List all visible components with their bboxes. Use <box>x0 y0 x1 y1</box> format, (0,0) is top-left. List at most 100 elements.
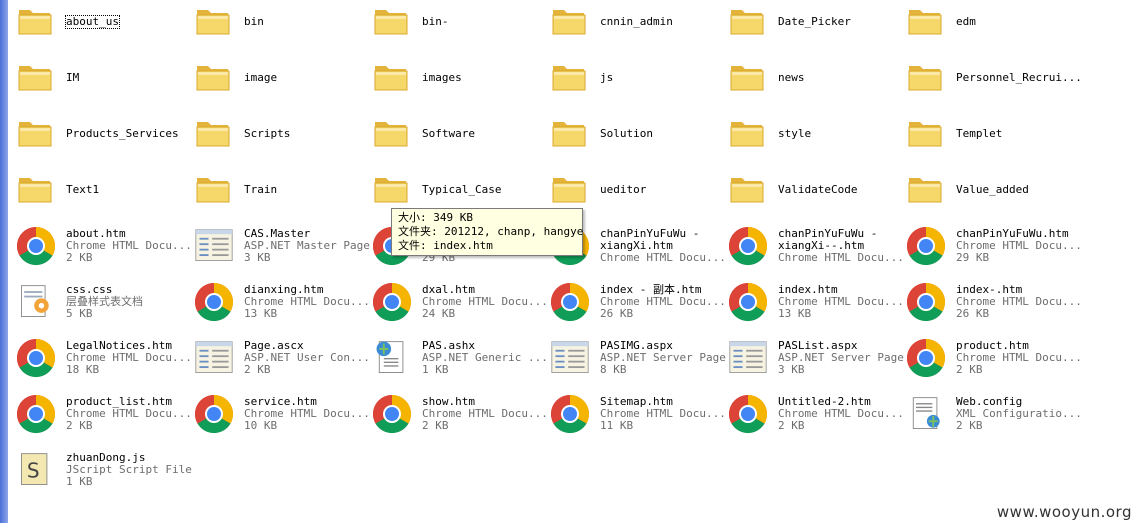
server-page-icon <box>729 341 767 373</box>
folder-item[interactable]: ValidateCode <box>726 166 902 220</box>
folder-name: edm <box>956 15 976 28</box>
file-meta: Chrome HTML Docu... 24 KB <box>422 296 548 320</box>
file-item[interactable]: chanPinYuFuWu.htm Chrome HTML Docu... 29 K… <box>904 222 1082 276</box>
folder-item[interactable]: Text1 <box>14 166 190 220</box>
file-item[interactable]: Web.config XML Configuratio... 2 KB <box>904 390 1082 444</box>
file-meta: Chrome HTML Docu... 13 KB <box>244 296 370 320</box>
chrome-icon <box>372 394 412 434</box>
folder-icon <box>908 10 942 35</box>
file-meta: ASP.NET Generic ... 1 KB <box>422 352 548 376</box>
folder-name: news <box>778 71 805 84</box>
chrome-icon <box>550 282 590 322</box>
folder-item[interactable]: js <box>548 54 724 108</box>
file-meta: JScript Script File 1 KB <box>66 464 192 488</box>
folder-item[interactable]: image <box>192 54 368 108</box>
chrome-icon <box>906 226 946 266</box>
chrome-icon <box>194 394 234 434</box>
folder-item[interactable]: news <box>726 54 902 108</box>
folder-name: Products_Services <box>66 127 179 140</box>
folder-icon <box>374 122 408 147</box>
file-size: 2 KB <box>956 419 983 432</box>
file-item[interactable]: about.htm Chrome HTML Docu... 2 KB <box>14 222 192 276</box>
folder-icon <box>908 122 942 147</box>
folder-item[interactable]: Personnel_Recrui... <box>904 54 1082 108</box>
folder-item[interactable]: style <box>726 110 902 164</box>
folder-item[interactable]: IM <box>14 54 190 108</box>
folder-item[interactable]: bin <box>192 0 368 52</box>
file-size: 2 KB <box>66 251 93 264</box>
file-item[interactable]: SzhuanDong.js JScript Script File 1 KB <box>14 446 192 500</box>
file-size: 2 KB <box>956 363 983 376</box>
file-meta: Chrome HTML Docu... 13 KB <box>778 296 904 320</box>
chrome-icon <box>16 394 56 434</box>
file-meta: Chrome HTML Docu... 18 KB <box>66 352 192 376</box>
file-item[interactable]: LegalNotices.htm Chrome HTML Docu... 18 KB <box>14 334 192 388</box>
file-meta: ASP.NET Server Page 8 KB <box>600 352 726 376</box>
folder-icon <box>18 10 52 35</box>
chrome-icon <box>728 226 768 266</box>
file-item[interactable]: dxal.htm Chrome HTML Docu... 24 KB <box>370 278 548 332</box>
folder-item[interactable]: cnnin_admin <box>548 0 724 52</box>
chrome-icon <box>550 394 590 434</box>
folder-item[interactable]: about_us <box>14 0 190 52</box>
file-size: 2 KB <box>244 363 271 376</box>
folder-item[interactable]: Solution <box>548 110 724 164</box>
folder-icon <box>730 66 764 91</box>
folder-icon <box>552 178 586 203</box>
file-item[interactable]: Sitemap.htm Chrome HTML Docu... 11 KB <box>548 390 726 444</box>
file-item[interactable]: CAS.Master ASP.NET Master Page 3 KB <box>192 222 370 276</box>
file-item[interactable]: Untitled-2.htm Chrome HTML Docu... 2 KB <box>726 390 904 444</box>
file-size <box>778 264 904 276</box>
folder-item[interactable]: Templet <box>904 110 1080 164</box>
file-size <box>600 264 726 276</box>
file-item[interactable]: PASList.aspx ASP.NET Server Page 3 KB <box>726 334 904 388</box>
server-page-icon <box>551 341 589 373</box>
folder-name: Text1 <box>66 183 100 196</box>
folder-icon <box>196 122 230 147</box>
folder-item[interactable]: Products_Services <box>14 110 190 164</box>
folder-name: bin- <box>422 15 449 28</box>
folder-icon <box>196 66 230 91</box>
folder-item[interactable]: Value_added <box>904 166 1080 220</box>
folder-icon <box>552 66 586 91</box>
file-item[interactable]: chanPinYuFuWu - xiangXi--.htm Chrome HTML … <box>726 222 904 276</box>
config-icon <box>912 397 940 429</box>
file-item[interactable]: service.htm Chrome HTML Docu... 10 KB <box>192 390 370 444</box>
file-item[interactable]: index.htm Chrome HTML Docu... 13 KB <box>726 278 904 332</box>
file-tooltip: 大小: 349 KB 文件夹: 201212, chanp, hangye 文件… <box>391 208 583 256</box>
folder-name: style <box>778 127 812 140</box>
file-item[interactable]: PAS.ashx ASP.NET Generic ... 1 KB <box>370 334 548 388</box>
file-item[interactable]: product_list.htm Chrome HTML Docu... 2 KB <box>14 390 192 444</box>
chrome-icon <box>16 338 56 378</box>
file-item[interactable]: PASIMG.aspx ASP.NET Server Page 8 KB <box>548 334 726 388</box>
folder-name: ValidateCode <box>778 183 858 196</box>
folder-name: images <box>422 71 462 84</box>
file-item[interactable]: product.htm Chrome HTML Docu... 2 KB <box>904 334 1082 388</box>
file-item[interactable]: css.css 层叠样式表文档 5 KB <box>14 278 190 332</box>
file-meta: Chrome HTML Docu... 29 KB <box>956 240 1082 264</box>
folder-icon <box>374 178 408 203</box>
tooltip-files: 文件: index.htm <box>398 239 493 252</box>
file-item[interactable]: Page.ascx ASP.NET User Con... 2 KB <box>192 334 370 388</box>
folder-item[interactable]: edm <box>904 0 1080 52</box>
file-item[interactable]: index - 副本.htm Chrome HTML Docu... 26 KB <box>548 278 726 332</box>
watermark: www.wooyun.org <box>996 503 1132 521</box>
folder-icon <box>18 66 52 91</box>
file-meta: Chrome HTML Docu... 2 KB <box>422 408 548 432</box>
file-item[interactable]: show.htm Chrome HTML Docu... 2 KB <box>370 390 548 444</box>
folder-item[interactable]: Date_Picker <box>726 0 902 52</box>
chrome-icon <box>372 282 412 322</box>
chrome-icon <box>16 226 56 266</box>
folder-name: Typical_Case <box>422 183 502 196</box>
folder-item[interactable]: bin- <box>370 0 546 52</box>
folder-item[interactable]: Train <box>192 166 368 220</box>
file-type: Chrome HTML Docu... <box>778 251 904 264</box>
css-icon <box>21 285 49 317</box>
folder-name: ueditor <box>600 183 647 196</box>
folder-item[interactable]: Scripts <box>192 110 368 164</box>
file-item[interactable]: index-.htm Chrome HTML Docu... 26 KB <box>904 278 1082 332</box>
folder-name: cnnin_admin <box>600 15 673 28</box>
folder-item[interactable]: Software <box>370 110 546 164</box>
file-item[interactable]: dianxing.htm Chrome HTML Docu... 13 KB <box>192 278 370 332</box>
folder-item[interactable]: images <box>370 54 546 108</box>
